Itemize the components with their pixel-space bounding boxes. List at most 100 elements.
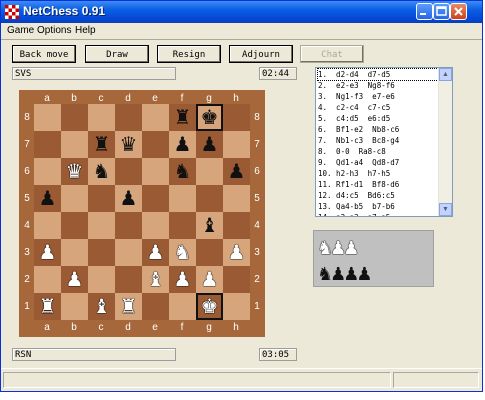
white-bishop-icon[interactable]: ♝ — [93, 293, 111, 320]
black-rook-icon[interactable]: ♜ — [174, 104, 192, 131]
move-list-item[interactable]: 2. e2-e3 Ng8-f6 — [318, 80, 438, 91]
move-list-item[interactable]: 9. Qd1-a4 Qd8-d7 — [318, 157, 438, 168]
square-e8[interactable] — [142, 104, 169, 131]
white-bishop-icon[interactable]: ♝ — [147, 266, 165, 293]
maximize-button[interactable] — [433, 3, 450, 20]
move-list-item[interactable]: 14. a2-a3 a7-a5 — [318, 212, 438, 216]
black-rook-icon[interactable]: ♜ — [93, 131, 111, 158]
square-b1[interactable] — [61, 293, 88, 320]
square-f7[interactable]: ♟ — [169, 131, 196, 158]
square-c3[interactable] — [88, 239, 115, 266]
move-list-item[interactable]: 1. d2-d4 d7-d5 — [317, 68, 439, 81]
square-a3[interactable]: ♟ — [34, 239, 61, 266]
square-b7[interactable] — [61, 131, 88, 158]
back-move-button[interactable]: Back move — [12, 45, 76, 63]
square-g2[interactable]: ♟ — [196, 266, 223, 293]
scroll-up-button[interactable]: ▲ — [439, 68, 452, 81]
black-pawn-icon[interactable]: ♟ — [174, 131, 192, 158]
black-knight-icon[interactable]: ♞ — [93, 158, 111, 185]
square-f4[interactable] — [169, 212, 196, 239]
square-d1[interactable]: ♜ — [115, 293, 142, 320]
scroll-down-button[interactable]: ▼ — [439, 203, 452, 216]
square-c8[interactable] — [88, 104, 115, 131]
square-e5[interactable] — [142, 185, 169, 212]
square-d3[interactable] — [115, 239, 142, 266]
square-g8[interactable]: ♚ — [196, 104, 223, 131]
chess-board[interactable]: ♜ ♚ ♜ ♛ ♟ ♟ ♛ ♞ ♞ ♟ ♟ ♟ ♝ ♟ ♟ ♞ ♟ ♟ ♝ ♟ ♟ ♜ ♝ ♜ ♚ — [34, 104, 250, 320]
square-c1[interactable]: ♝ — [88, 293, 115, 320]
white-king-icon[interactable]: ♚ — [201, 293, 219, 320]
move-list-item[interactable]: 11. Rf1-d1 Bf8-d6 — [318, 179, 438, 190]
square-b8[interactable] — [61, 104, 88, 131]
square-f3[interactable]: ♞ — [169, 239, 196, 266]
resign-button[interactable]: Resign — [157, 45, 221, 63]
square-a2[interactable] — [34, 266, 61, 293]
square-g3[interactable] — [196, 239, 223, 266]
square-a7[interactable] — [34, 131, 61, 158]
square-d2[interactable] — [115, 266, 142, 293]
draw-button[interactable]: Draw — [85, 45, 149, 63]
white-knight-icon[interactable]: ♞ — [174, 239, 192, 266]
move-list[interactable]: 1. d2-d4 d7-d5 2. e2-e3 Ng8-f6 3. Ng1-f3 e… — [315, 67, 453, 217]
square-h7[interactable] — [223, 131, 250, 158]
square-e4[interactable] — [142, 212, 169, 239]
adjourn-button[interactable]: Adjourn — [229, 45, 293, 63]
square-c5[interactable] — [88, 185, 115, 212]
square-h4[interactable] — [223, 212, 250, 239]
square-b2[interactable]: ♟ — [61, 266, 88, 293]
square-e3[interactable]: ♟ — [142, 239, 169, 266]
minimize-button[interactable] — [416, 3, 433, 20]
square-a1[interactable]: ♜ — [34, 293, 61, 320]
square-h5[interactable] — [223, 185, 250, 212]
black-pawn-icon[interactable]: ♟ — [120, 185, 138, 212]
square-h8[interactable] — [223, 104, 250, 131]
square-b4[interactable] — [61, 212, 88, 239]
square-e7[interactable] — [142, 131, 169, 158]
square-g4[interactable]: ♝ — [196, 212, 223, 239]
move-list-item[interactable]: 12. d4:c5 Bd6:c5 — [318, 190, 438, 201]
move-list-item[interactable]: 6. Bf1-e2 Nb8-c6 — [318, 124, 438, 135]
square-d6[interactable] — [115, 158, 142, 185]
black-knight-icon[interactable]: ♞ — [174, 158, 192, 185]
move-list-item[interactable]: 3. Ng1-f3 e7-e6 — [318, 91, 438, 102]
square-h6[interactable]: ♟ — [223, 158, 250, 185]
move-list-item[interactable]: 5. c4:d5 e6:d5 — [318, 113, 438, 124]
white-pawn-icon[interactable]: ♟ — [228, 239, 246, 266]
square-d8[interactable] — [115, 104, 142, 131]
square-a4[interactable] — [34, 212, 61, 239]
square-a6[interactable] — [34, 158, 61, 185]
black-pawn-icon[interactable]: ♟ — [39, 185, 57, 212]
white-pawn-icon[interactable]: ♟ — [201, 266, 219, 293]
square-a5[interactable]: ♟ — [34, 185, 61, 212]
square-h1[interactable] — [223, 293, 250, 320]
white-rook-icon[interactable]: ♜ — [120, 293, 138, 320]
square-g6[interactable] — [196, 158, 223, 185]
square-f5[interactable] — [169, 185, 196, 212]
square-e1[interactable] — [142, 293, 169, 320]
white-pawn-icon[interactable]: ♟ — [39, 239, 57, 266]
square-d4[interactable] — [115, 212, 142, 239]
square-h2[interactable] — [223, 266, 250, 293]
square-b3[interactable] — [61, 239, 88, 266]
square-g7[interactable]: ♟ — [196, 131, 223, 158]
move-list-item[interactable]: 10. h2-h3 h7-h5 — [318, 168, 438, 179]
square-e6[interactable] — [142, 158, 169, 185]
move-list-item[interactable]: 13. Qa4-b5 b7-b6 — [318, 201, 438, 212]
white-rook-icon[interactable]: ♜ — [39, 293, 57, 320]
square-f2[interactable]: ♟ — [169, 266, 196, 293]
square-f8[interactable]: ♜ — [169, 104, 196, 131]
square-c2[interactable] — [88, 266, 115, 293]
square-c6[interactable]: ♞ — [88, 158, 115, 185]
black-queen-icon[interactable]: ♛ — [120, 131, 138, 158]
menu-options[interactable]: Options — [37, 25, 71, 36]
black-pawn-icon[interactable]: ♟ — [201, 131, 219, 158]
move-list-scrollbar[interactable]: ▲ ▼ — [438, 68, 452, 216]
square-f1[interactable] — [169, 293, 196, 320]
square-d5[interactable]: ♟ — [115, 185, 142, 212]
menu-help[interactable]: Help — [75, 25, 96, 36]
close-button[interactable] — [450, 3, 467, 20]
black-pawn-icon[interactable]: ♟ — [228, 158, 246, 185]
menu-game[interactable]: Game — [7, 25, 34, 36]
square-a8[interactable] — [34, 104, 61, 131]
square-f6[interactable]: ♞ — [169, 158, 196, 185]
